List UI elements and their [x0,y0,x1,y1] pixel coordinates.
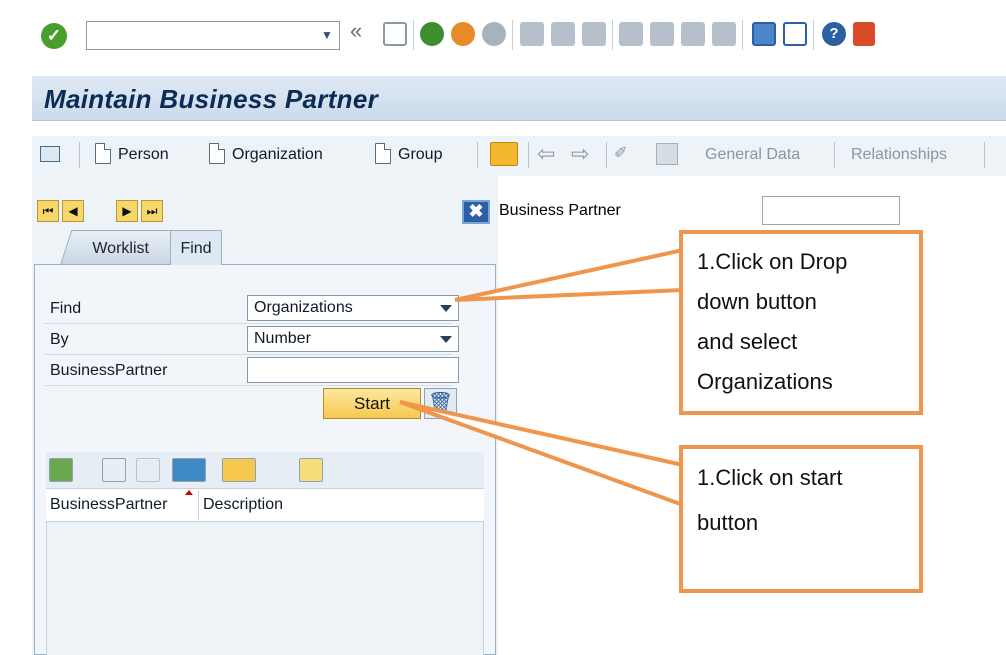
tab-find[interactable]: Find [170,230,222,265]
callout-pointer-dropdown [454,247,685,302]
callout-dropdown-line-2: down button [697,289,817,314]
callout-dropdown-line-1: 1.Click on Drop [697,249,848,274]
callout-start-line-1: 1.Click on start [697,465,843,490]
callout-dropdown-line-3: and select [697,329,798,354]
callout-pointer-start [399,400,685,508]
callout-dropdown-line-4: Organizations [697,369,833,394]
callout-start-line-2: button [697,510,759,535]
